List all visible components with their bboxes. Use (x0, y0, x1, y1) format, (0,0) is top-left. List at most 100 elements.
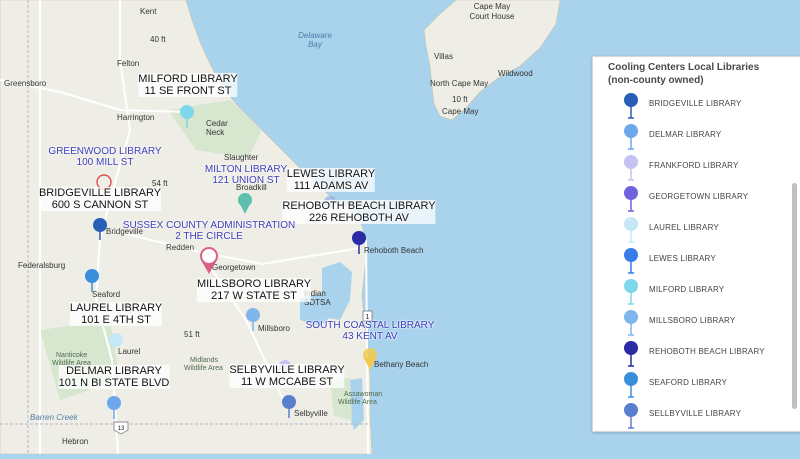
place-rehoboth-beach-label: Rehoboth Beach (364, 246, 424, 255)
legend-panel[interactable]: Cooling Centers Local Libraries (non-cou… (592, 56, 800, 432)
library-label-line: BRIDGEVILLE LIBRARY (38, 187, 162, 199)
place-kent-label: Kent (140, 7, 157, 16)
map-pin-icon (624, 248, 638, 274)
map-pin-icon (624, 186, 638, 212)
svg-text:13: 13 (118, 426, 125, 432)
legend-item[interactable]: BRIDGEVILLE LIBRARY (593, 91, 785, 122)
place-wildwood-label: Wildwood (498, 69, 533, 78)
place-millsboro-label: Millsboro (258, 324, 291, 333)
library-label-millsboro: MILLSBORO LIBRARY 217 W STATE ST (196, 278, 312, 302)
library-label-line: 217 W STATE ST (196, 290, 312, 302)
map-pin-icon (624, 93, 638, 119)
map-pin-icon (624, 155, 638, 181)
library-label-line: 101 N BI STATE BLVD (58, 377, 170, 389)
legend-item[interactable]: FRANKFORD LIBRARY (593, 153, 785, 184)
library-label-milton: MILTON LIBRARY 121 UNION ST (205, 164, 287, 186)
place-midlands-label: Midlands (190, 357, 219, 364)
library-label-line: MILLSBORO LIBRARY (196, 278, 312, 290)
place-slaughter-beach-label: Slaughter (224, 153, 259, 162)
library-label-sussex: SUSSEX COUNTY ADMINISTRATION 2 THE CIRCLE (123, 220, 295, 242)
place-harrington-label: Harrington (117, 113, 154, 122)
library-label-line: MILTON LIBRARY (204, 164, 288, 175)
legend-item-label: SEAFORD LIBRARY (649, 378, 727, 387)
water-delaware-bay-label-2: Bay (308, 40, 323, 49)
legend-item[interactable]: GEORGETOWN LIBRARY (593, 184, 785, 215)
place-north-cape-may-label: North Cape May (430, 79, 488, 88)
legend-item[interactable]: SEAFORD LIBRARY (593, 370, 785, 401)
legend-item-label: REHOBOTH BEACH LIBRARY (649, 347, 765, 356)
water-barren-creek-label: Barren Creek (30, 413, 79, 422)
legend-item[interactable]: LEWES LIBRARY (593, 246, 785, 277)
library-label-line: MILFORD LIBRARY (138, 73, 238, 85)
library-label-line: SELBYVILLE LIBRARY (229, 364, 345, 376)
legend-item-label: SELLBYVILLE LIBRARY (649, 409, 742, 418)
elevation-51-label: 51 ft (184, 330, 200, 339)
place-redden-label: Redden (166, 243, 194, 252)
elevation-10-label: 10 ft (452, 95, 468, 104)
legend-item-label: FRANKFORD LIBRARY (649, 161, 739, 170)
library-label-line: LAUREL LIBRARY (69, 302, 163, 314)
place-cape-may-label: Cape May (442, 107, 478, 116)
library-label-line: SUSSEX COUNTY ADMINISTRATION (122, 220, 296, 231)
map-pin-icon (624, 341, 638, 367)
legend-item-label: DELMAR LIBRARY (649, 130, 722, 139)
legend-item[interactable]: REHOBOTH BEACH LIBRARY (593, 339, 785, 370)
place-seaford-label: Seaford (92, 290, 120, 299)
library-label-line: SOUTH COASTAL LIBRARY (305, 320, 435, 331)
map-pin-icon (624, 310, 638, 336)
library-label-line: 600 S CANNON ST (38, 199, 162, 211)
place-felton-label: Felton (117, 59, 139, 68)
library-label-rehoboth: REHOBOTH BEACH LIBRARY 226 REHOBOTH AV (282, 200, 436, 224)
place-cedar-neck-label: Cedar (206, 119, 228, 128)
legend-title: Cooling Centers Local Libraries (non-cou… (608, 62, 760, 86)
legend-scrollbar[interactable] (792, 183, 797, 409)
library-label-line: GREENWOOD LIBRARY (48, 146, 162, 157)
map-pin-icon (624, 403, 638, 429)
place-assawoman-label-2: Wildlife Area (338, 399, 377, 406)
water-delaware-bay-label: Delaware (298, 31, 332, 40)
map-pin-icon (624, 124, 638, 150)
place-laurel-label: Laurel (118, 347, 140, 356)
library-label-bridgeville: BRIDGEVILLE LIBRARY 600 S CANNON ST (38, 187, 162, 211)
legend-item[interactable]: MILLSBORO LIBRARY (593, 308, 785, 339)
library-label-line: 43 KENT AV (342, 331, 398, 342)
place-cape-may-court-house-label-2: Court House (470, 12, 515, 21)
library-label-line: 100 MILL ST (76, 157, 134, 168)
legend-item-label: LAUREL LIBRARY (649, 223, 719, 232)
legend-item[interactable]: SELLBYVILLE LIBRARY (593, 401, 785, 431)
library-label-greenwood: GREENWOOD LIBRARY 100 MILL ST (48, 146, 161, 168)
pin-laurel-library[interactable] (109, 333, 123, 347)
library-label-line: 101 E 4TH ST (69, 314, 163, 326)
library-label-line: 121 UNION ST (212, 175, 280, 186)
place-nanticoke-label: Nanticoke (56, 352, 87, 359)
legend-item[interactable]: DELMAR LIBRARY (593, 122, 785, 153)
legend-item[interactable]: LAUREL LIBRARY (593, 215, 785, 246)
place-selbyville-label: Selbyville (294, 409, 328, 418)
map-pin-icon (624, 372, 638, 398)
library-label-laurel: LAUREL LIBRARY 101 E 4TH ST (69, 302, 163, 326)
place-hebron-label: Hebron (62, 437, 88, 446)
map-pin-icon (624, 279, 638, 305)
place-cedar-neck-label-2: Neck (206, 128, 225, 137)
legend-item-label: BRIDGEVILLE LIBRARY (649, 99, 742, 108)
library-label-line: REHOBOTH BEACH LIBRARY (282, 200, 436, 212)
legend-item[interactable]: MILFORD LIBRARY (593, 277, 785, 308)
place-cape-may-court-house-label: Cape May (474, 2, 510, 11)
place-midlands-label-2: Wildlife Area (184, 365, 223, 372)
library-label-line: 111 ADAMS AV (286, 180, 376, 192)
legend-item-label: MILLSBORO LIBRARY (649, 316, 736, 325)
place-georgetown-label: Georgetown (212, 263, 256, 272)
library-label-line: 2 THE CIRCLE (175, 231, 243, 242)
library-label-line: LEWES LIBRARY (286, 168, 376, 180)
map-pin-icon (624, 217, 638, 243)
place-villas-label: Villas (434, 52, 453, 61)
library-label-lewes: LEWES LIBRARY 111 ADAMS AV (286, 168, 376, 192)
library-label-line: 11 SE FRONT ST (138, 85, 238, 97)
legend-item-label: GEORGETOWN LIBRARY (649, 192, 749, 201)
library-label-delmar: DELMAR LIBRARY 101 N BI STATE BLVD (58, 365, 170, 389)
library-label-line: DELMAR LIBRARY (58, 365, 170, 377)
legend-item-label: LEWES LIBRARY (649, 254, 716, 263)
place-federalsburg-label: Federalsburg (18, 261, 65, 270)
library-label-milford: MILFORD LIBRARY 11 SE FRONT ST (138, 73, 238, 97)
place-assawoman-label: Assawoman (344, 391, 382, 398)
